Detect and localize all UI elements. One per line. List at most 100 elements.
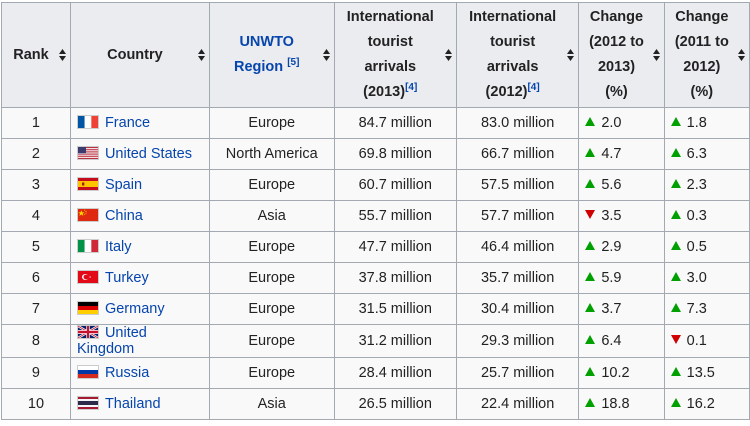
change-value: 3.0 [686, 270, 707, 286]
sort-icon[interactable] [197, 49, 205, 61]
decrease-arrow-icon [585, 210, 596, 219]
rank-cell: 10 [1, 388, 71, 420]
increase-arrow-icon [670, 117, 681, 126]
country-cell: Italy [69, 231, 210, 263]
country-link[interactable]: United States [105, 146, 192, 162]
country-link[interactable]: Germany [105, 301, 165, 317]
reference-link[interactable]: [4] [405, 82, 417, 93]
sort-icon[interactable] [322, 49, 330, 61]
sort-icon[interactable] [567, 49, 575, 61]
change-value: 5.6 [601, 177, 622, 193]
sort-icon[interactable] [58, 49, 66, 61]
sort-icon[interactable] [738, 49, 745, 61]
change-value: 4.7 [601, 146, 622, 162]
change-value: 2.3 [686, 177, 707, 193]
reference-link[interactable]: [4] [527, 82, 539, 93]
header-line: International [346, 9, 434, 25]
header-line: International [469, 9, 557, 25]
table-row: 1 France Europe 84.7 million 83.0 millio… [1, 107, 750, 139]
country-link[interactable]: China [105, 208, 143, 224]
reference-link[interactable]: [5] [287, 57, 299, 68]
increase-arrow-icon [585, 335, 596, 344]
increase-arrow-icon [670, 367, 681, 376]
change-2012-2013-cell: 2.9 [578, 231, 665, 263]
rank-header-label: Rank [13, 46, 49, 63]
country-link[interactable]: Russia [105, 365, 149, 381]
increase-arrow-icon [585, 148, 596, 157]
region-cell: North America [208, 138, 335, 170]
table-body: 1 France Europe 84.7 million 83.0 millio… [1, 107, 750, 420]
change-2012-2013-header[interactable]: Change (2012 to 2013) (%) [578, 2, 665, 108]
arrivals-2012-header[interactable]: International tourist arrivals (2012)[4] [455, 2, 580, 108]
header-line: (2011 to [674, 34, 729, 50]
rank-cell: 8 [1, 324, 71, 358]
change-value: 3.7 [601, 301, 622, 317]
country-cell: China [69, 200, 210, 232]
arrivals-2012-cell: 25.7 million [455, 357, 580, 389]
header-line: (2013) [363, 84, 406, 100]
change-value: 0.5 [686, 239, 707, 255]
change-2012-2013-cell: 10.2 [578, 357, 665, 389]
country-link[interactable]: Thailand [105, 396, 161, 412]
change-2011-2012-cell: 3.0 [663, 262, 750, 294]
table-row: 4 China Asia 55.7 million 57.7 million 3… [1, 200, 750, 232]
region-cell: Europe [208, 293, 335, 325]
change-2012-2013-cell: 3.5 [578, 200, 665, 232]
change-value: 6.4 [601, 333, 622, 349]
country-link[interactable]: Turkey [105, 270, 149, 286]
header-line: (2012) [485, 84, 528, 100]
change-value: 3.5 [601, 208, 622, 224]
change-value: 18.8 [601, 396, 630, 412]
change-2011-2012-header[interactable]: Change (2011 to 2012) (%) [663, 2, 750, 108]
arrivals-2012-cell: 83.0 million [455, 107, 580, 139]
country-cell: Spain [69, 169, 210, 201]
change-2012-2013-cell: 18.8 [578, 388, 665, 420]
arrivals-2013-header[interactable]: International tourist arrivals (2013)[4] [333, 2, 457, 108]
table-row: 10 Thailand Asia 26.5 million 22.4 milli… [1, 388, 750, 420]
region-cell: Europe [208, 262, 335, 294]
arrivals-2013-cell: 69.8 million [333, 138, 457, 170]
table-row: 2 United States North America 69.8 milli… [1, 138, 750, 170]
region-cell: Europe [208, 324, 335, 358]
header-line: arrivals [364, 59, 417, 75]
change-value: 1.8 [686, 115, 707, 131]
increase-arrow-icon [585, 272, 596, 281]
arrivals-2012-cell: 66.7 million [455, 138, 580, 170]
change-2011-2012-cell: 13.5 [663, 357, 750, 389]
increase-arrow-icon [585, 179, 596, 188]
turkey-flag-icon [76, 270, 99, 284]
rank-cell: 3 [1, 169, 71, 201]
header-line: tourist [367, 34, 413, 50]
unwto-region-link[interactable]: UNWTO Region [234, 34, 294, 75]
country-link[interactable]: Italy [105, 239, 132, 255]
arrivals-2013-cell: 60.7 million [333, 169, 457, 201]
country-link[interactable]: France [105, 115, 150, 131]
arrivals-2012-cell: 29.3 million [455, 324, 580, 358]
sort-icon[interactable] [444, 49, 452, 61]
change-2012-2013-cell: 3.7 [578, 293, 665, 325]
increase-arrow-icon [670, 398, 681, 407]
sort-icon[interactable] [652, 49, 660, 61]
header-line: arrivals [486, 59, 539, 75]
increase-arrow-icon [585, 398, 596, 407]
change-value: 2.0 [601, 115, 622, 131]
increase-arrow-icon [585, 241, 596, 250]
arrivals-2012-cell: 35.7 million [455, 262, 580, 294]
rank-header[interactable]: Rank [1, 2, 71, 108]
arrivals-2013-cell: 28.4 million [333, 357, 457, 389]
table-row: 3 Spain Europe 60.7 million 57.5 million… [1, 169, 750, 201]
increase-arrow-icon [670, 210, 681, 219]
increase-arrow-icon [585, 303, 596, 312]
region-header[interactable]: UNWTO Region [5] [208, 2, 335, 108]
header-row: Rank Country UNWTO Region [5] Internatio… [1, 2, 750, 108]
country-header[interactable]: Country [69, 2, 210, 108]
arrivals-2013-cell: 47.7 million [333, 231, 457, 263]
region-cell: Europe [208, 107, 335, 139]
region-cell: Asia [208, 388, 335, 420]
country-cell: Germany [69, 293, 210, 325]
increase-arrow-icon [670, 148, 681, 157]
rank-cell: 4 [1, 200, 71, 232]
usa-flag-icon [76, 146, 99, 160]
country-link[interactable]: Spain [105, 177, 142, 193]
arrivals-2013-cell: 26.5 million [333, 388, 457, 420]
